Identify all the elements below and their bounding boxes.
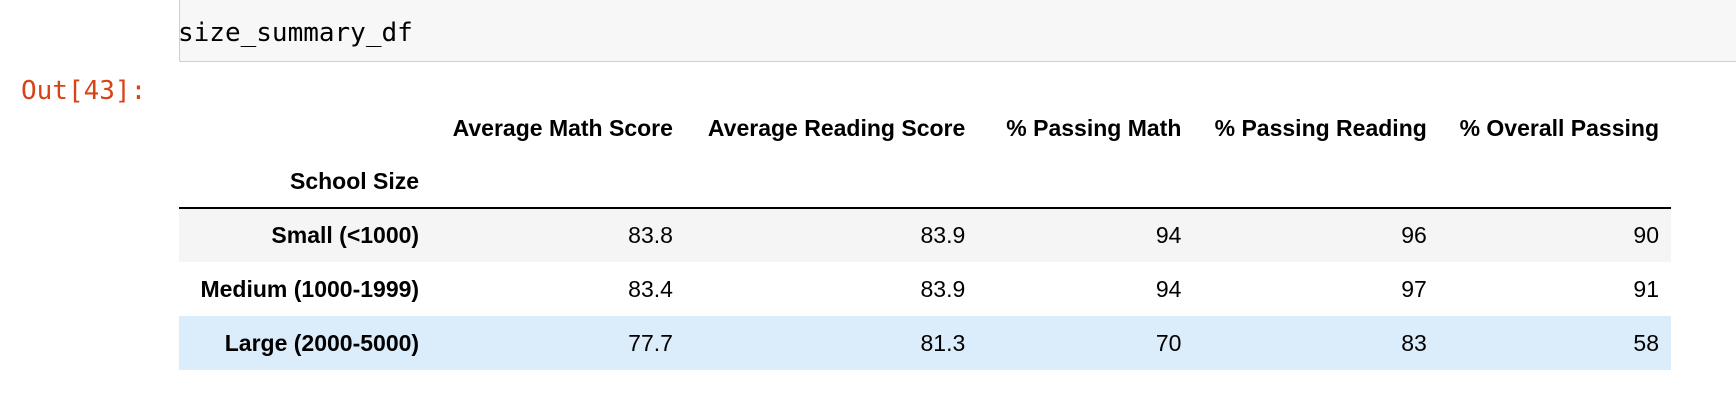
row-index-label: Medium (1000-1999) xyxy=(200,275,420,302)
blank-header-cell xyxy=(179,100,431,156)
table-cell: 83.9 xyxy=(920,275,966,302)
table-cell: 70 xyxy=(1155,329,1182,356)
output-prompt: Out[43]: xyxy=(21,76,147,106)
table-cell: 77.7 xyxy=(628,329,673,356)
column-header: % Overall Passing xyxy=(1459,114,1659,141)
table-cell: 81.3 xyxy=(920,329,966,356)
table-cell: 83.9 xyxy=(920,222,966,248)
column-header: Average Math Score xyxy=(452,114,673,141)
index-name-row: School Size xyxy=(179,156,1671,208)
table-cell: 90 xyxy=(1633,222,1659,248)
code-input-text[interactable]: size_summary_df xyxy=(178,16,413,50)
table-row-highlighted: Large (2000-5000) 77.7 81.3 70 83 58 xyxy=(179,316,1671,370)
table-cell: 94 xyxy=(1155,222,1182,248)
table-cell: 91 xyxy=(1633,275,1659,302)
table-cell: 94 xyxy=(1155,275,1182,302)
column-header: Average Reading Score xyxy=(707,114,966,141)
table-cell: 83 xyxy=(1401,329,1427,356)
table-row: Medium (1000-1999) 83.4 83.9 94 97 91 xyxy=(179,262,1671,316)
table-row: Small (<1000) 83.8 83.9 94 96 90 xyxy=(179,208,1671,262)
column-header: % Passing Math xyxy=(1006,114,1182,141)
notebook-page: size_summary_df Out[43]: Average Math Sc… xyxy=(0,0,1736,420)
row-index-label: Small (<1000) xyxy=(271,222,420,248)
table-cell: 83.8 xyxy=(628,222,673,248)
table-cell: 83.4 xyxy=(628,275,673,302)
table-cell: 96 xyxy=(1401,222,1427,248)
index-name-header: School Size xyxy=(289,168,420,194)
table-cell: 97 xyxy=(1401,275,1427,302)
dataframe-table: Average Math Score Average Reading Score… xyxy=(179,100,1671,370)
table-cell: 58 xyxy=(1633,329,1659,356)
column-header: % Passing Reading xyxy=(1214,114,1427,141)
row-index-label: Large (2000-5000) xyxy=(224,329,420,356)
column-header-row: Average Math Score Average Reading Score… xyxy=(179,100,1671,156)
